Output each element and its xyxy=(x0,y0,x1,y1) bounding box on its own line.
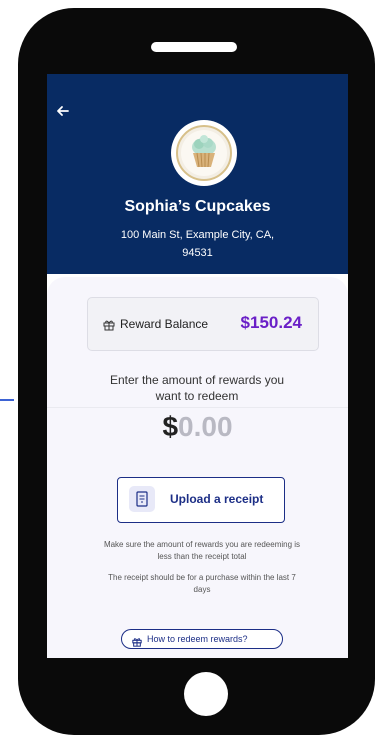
amount-value: 0.00 xyxy=(178,411,233,442)
store-address: 100 Main St, Example City, CA, 94531 xyxy=(120,229,275,259)
phone-speaker xyxy=(151,42,237,52)
gift-icon xyxy=(103,318,115,331)
home-button[interactable] xyxy=(184,672,228,716)
reward-balance-box: Reward Balance $150.24 xyxy=(87,297,319,351)
reward-balance-label: Reward Balance xyxy=(120,317,209,331)
note-receipt-total: Make sure the amount of rewards you are … xyxy=(103,540,301,561)
upload-receipt-button[interactable]: Upload a receipt xyxy=(117,477,285,523)
currency-symbol: $ xyxy=(162,411,179,442)
upload-receipt-label: Upload a receipt xyxy=(170,492,264,506)
reward-balance-value: $150.24 xyxy=(240,313,302,332)
store-avatar xyxy=(171,120,237,186)
redeem-card: Reward Balance $150.24 Enter the amount … xyxy=(47,277,348,658)
gift-icon xyxy=(132,634,142,647)
divider xyxy=(47,407,348,408)
back-arrow-icon[interactable] xyxy=(56,104,72,120)
connector-line xyxy=(0,399,14,401)
store-header: Sophia’s Cupcakes 100 Main St, Example C… xyxy=(47,74,348,274)
how-to-redeem-link[interactable]: How to redeem rewards? xyxy=(121,629,283,649)
cupcake-logo xyxy=(176,125,232,181)
phone-frame: Sophia’s Cupcakes 100 Main St, Example C… xyxy=(18,8,375,735)
receipt-icon xyxy=(129,486,155,512)
how-to-redeem-label: How to redeem rewards? xyxy=(147,634,248,644)
store-name: Sophia’s Cupcakes xyxy=(124,198,271,215)
note-receipt-date: The receipt should be for a purchase wit… xyxy=(108,573,296,594)
app-screen: Sophia’s Cupcakes 100 Main St, Example C… xyxy=(47,74,348,658)
redeem-prompt: Enter the amount of rewards you want to … xyxy=(109,373,285,403)
amount-input[interactable]: $0.00 xyxy=(47,411,348,443)
